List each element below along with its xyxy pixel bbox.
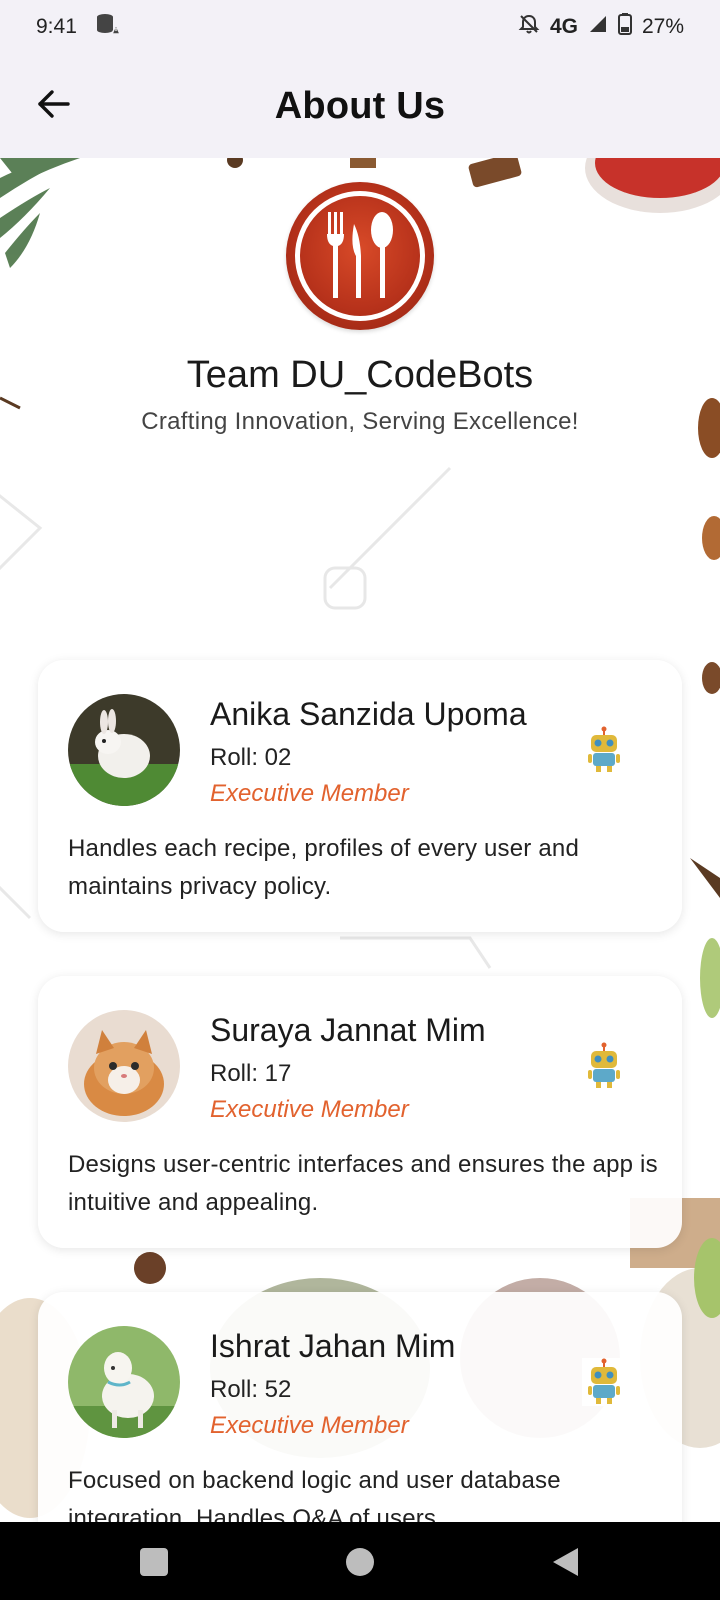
network-type: 4G xyxy=(549,15,578,38)
team-name: Team DU_CodeBots xyxy=(186,354,534,396)
robot-icon xyxy=(582,726,626,774)
about-content[interactable]: Team DU_CodeBots Crafting Innovation, Se… xyxy=(0,158,720,1522)
status-time: 9:41 xyxy=(36,15,77,38)
avatar xyxy=(68,1010,180,1122)
lamb-photo xyxy=(68,1326,180,1438)
battery-icon xyxy=(617,13,632,41)
team-logo xyxy=(286,182,434,330)
signal-icon xyxy=(588,14,608,40)
member-card[interactable]: Suraya Jannat Mim Roll: 17 Executive Mem… xyxy=(38,976,682,1248)
member-name: Suraya Jannat Mim xyxy=(210,1012,486,1048)
recents-button[interactable] xyxy=(138,1546,170,1578)
member-name: Ishrat Jahan Mim xyxy=(210,1328,456,1364)
member-description: Handles each recipe, profiles of every u… xyxy=(68,835,580,900)
member-role: Executive Member xyxy=(210,780,409,807)
team-tagline: Crafting Innovation, Serving Excellence! xyxy=(141,408,579,435)
arrow-left-icon xyxy=(37,89,71,124)
avatar xyxy=(68,694,180,806)
triangle-back-icon xyxy=(550,1548,582,1582)
app-bar: About Us xyxy=(0,54,720,158)
robot-icon xyxy=(582,1358,626,1406)
avatar xyxy=(68,1326,180,1438)
member-roll: Roll: 52 xyxy=(210,1376,292,1403)
member-roll: Roll: 17 xyxy=(210,1060,292,1087)
circle-icon xyxy=(344,1548,376,1582)
bell-off-icon xyxy=(518,13,540,41)
system-navigation-bar xyxy=(0,1522,720,1600)
member-description: Designs user-centric interfaces and ensu… xyxy=(68,1151,658,1216)
member-role: Executive Member xyxy=(210,1412,409,1439)
back-button[interactable] xyxy=(30,82,78,130)
member-name: Anika Sanzida Upoma xyxy=(210,696,527,732)
home-button[interactable] xyxy=(344,1546,376,1578)
back-nav-button[interactable] xyxy=(550,1546,582,1578)
storage-warning-icon xyxy=(95,12,122,42)
member-roll: Roll: 02 xyxy=(210,744,292,771)
status-left: 9:41 xyxy=(36,12,122,42)
member-card[interactable]: Anika Sanzida Upoma Roll: 02 Executive M… xyxy=(38,660,682,932)
status-right: 4G 27% xyxy=(518,13,684,41)
robot-icon xyxy=(582,1042,626,1090)
page-title: About Us xyxy=(274,84,446,127)
battery-level: 27% xyxy=(641,15,684,38)
member-description: Focused on backend logic and user databa… xyxy=(68,1467,561,1522)
rabbit-photo xyxy=(68,694,180,806)
fork-knife-spoon-icon xyxy=(320,206,400,307)
kitten-photo xyxy=(68,1010,180,1122)
member-role: Executive Member xyxy=(210,1096,409,1123)
member-card[interactable]: Ishrat Jahan Mim Roll: 52 Executive Memb… xyxy=(38,1292,682,1522)
status-bar: 9:41 4G 27% xyxy=(0,0,720,54)
square-icon xyxy=(138,1548,170,1582)
